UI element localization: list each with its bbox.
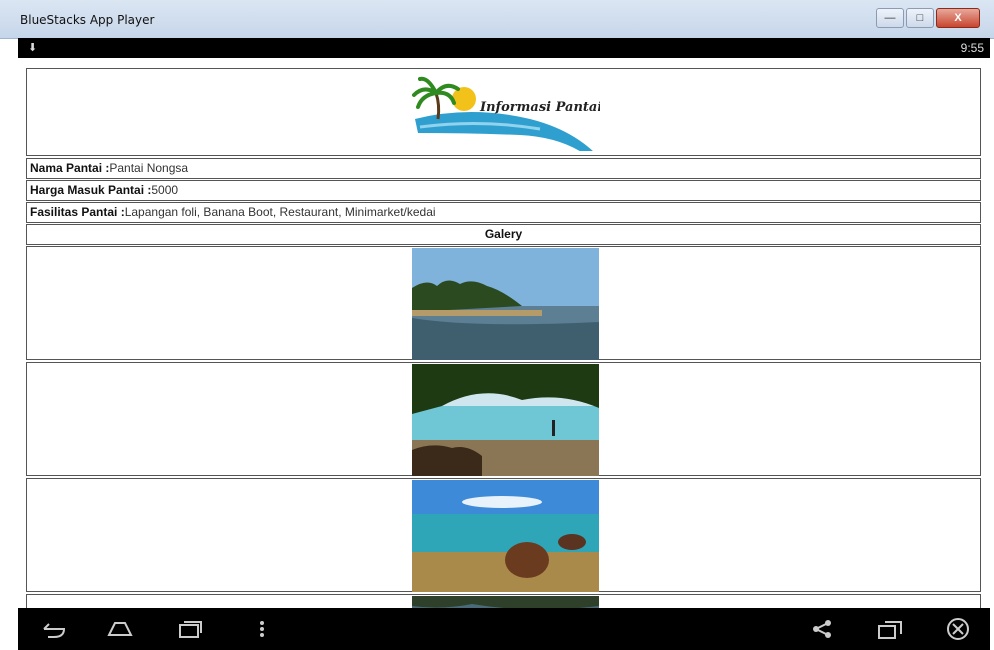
logo-text: Informasi Pantai bbox=[479, 100, 600, 115]
gallery-item bbox=[26, 478, 981, 592]
status-time: 9:55 bbox=[960, 41, 984, 55]
harga-masuk-value: 5000 bbox=[151, 183, 179, 197]
fasilitas-value: Lapangan foli, Banana Boot, Restaurant, … bbox=[124, 205, 436, 219]
close-window-button[interactable]: X bbox=[936, 8, 980, 28]
nama-pantai-value: Pantai Nongsa bbox=[109, 161, 189, 175]
logo-panel: Informasi Pantai bbox=[26, 68, 981, 156]
beach-photo-4[interactable] bbox=[412, 596, 599, 608]
share-icon[interactable] bbox=[808, 617, 836, 641]
harga-masuk-label: Harga Masuk Pantai : bbox=[30, 183, 152, 197]
fasilitas-label: Fasilitas Pantai : bbox=[30, 205, 125, 219]
fasilitas-row: Fasilitas Pantai :Lapangan foli, Banana … bbox=[26, 202, 981, 223]
menu-icon[interactable] bbox=[248, 617, 276, 641]
recent-apps-icon[interactable] bbox=[176, 617, 204, 641]
app-content[interactable]: Informasi Pantai Nama Pantai :Pantai Non… bbox=[18, 58, 990, 608]
minimize-button[interactable]: — bbox=[876, 8, 904, 28]
gallery-item bbox=[26, 246, 981, 360]
android-status-bar: ⬇ 9:55 bbox=[18, 38, 990, 58]
harga-masuk-row: Harga Masuk Pantai :5000 bbox=[26, 180, 981, 201]
back-icon[interactable] bbox=[40, 617, 68, 641]
beach-photo-2[interactable] bbox=[412, 364, 599, 476]
window-title: BlueStacks App Player bbox=[20, 13, 155, 27]
nama-pantai-row: Nama Pantai :Pantai Nongsa bbox=[26, 158, 981, 179]
window-controls: — □ X bbox=[876, 8, 980, 28]
gallery-header: Galery bbox=[26, 224, 981, 245]
android-nav-bar bbox=[18, 608, 990, 650]
close-icon[interactable] bbox=[944, 617, 972, 641]
beach-photo-1[interactable] bbox=[412, 248, 599, 360]
beach-photo-3[interactable] bbox=[412, 480, 599, 592]
gallery-item bbox=[26, 362, 981, 476]
nama-pantai-label: Nama Pantai : bbox=[30, 161, 110, 175]
download-icon: ⬇ bbox=[28, 42, 38, 54]
gallery-item bbox=[26, 594, 981, 608]
window-titlebar: BlueStacks App Player — □ X bbox=[0, 0, 994, 39]
rotate-icon[interactable] bbox=[876, 617, 904, 641]
beach-logo-icon: Informasi Pantai bbox=[412, 76, 600, 151]
home-icon[interactable] bbox=[106, 617, 134, 641]
maximize-button[interactable]: □ bbox=[906, 8, 934, 28]
